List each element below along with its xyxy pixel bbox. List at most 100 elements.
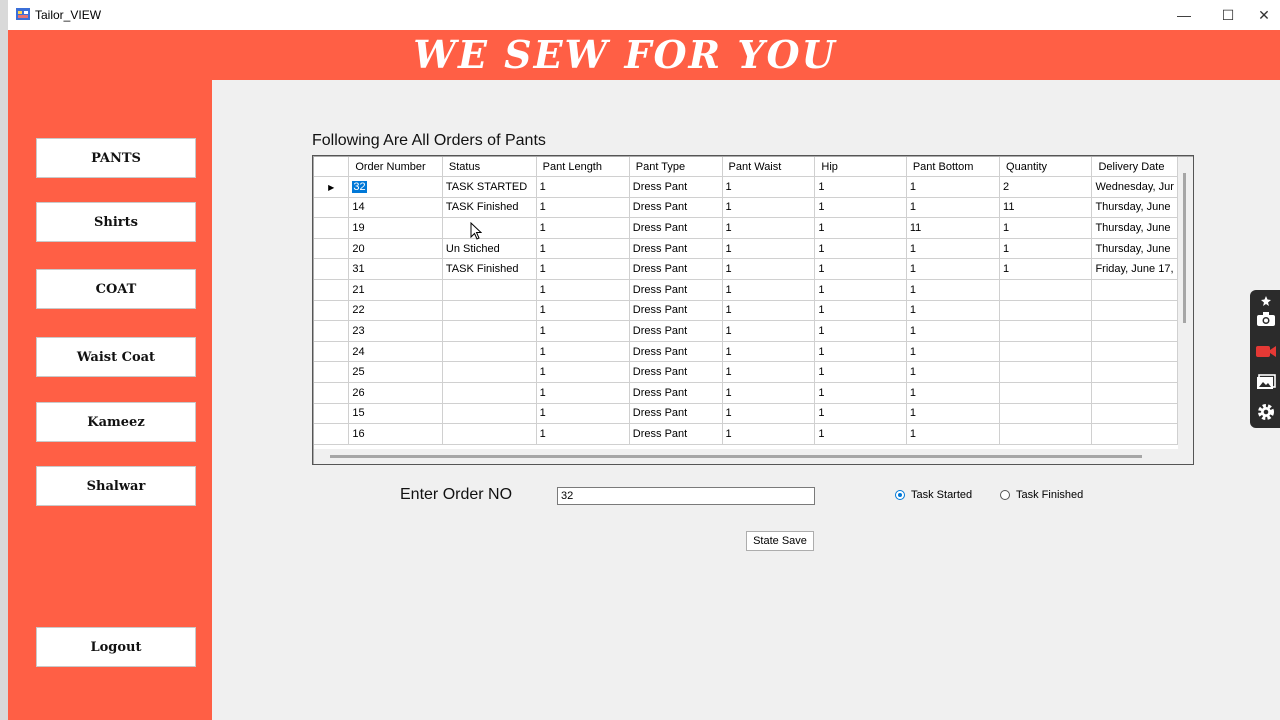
row-header[interactable] <box>314 238 350 260</box>
table-cell[interactable] <box>442 361 537 383</box>
row-header[interactable] <box>314 217 350 239</box>
task-started-radio[interactable]: Task Started <box>895 489 972 501</box>
table-cell[interactable]: 1 <box>536 320 630 342</box>
table-row[interactable]: 22 1 Dress Pant 1 1 1 <box>314 300 1178 322</box>
table-cell[interactable]: 1 <box>814 217 907 239</box>
table-cell[interactable]: 1 <box>722 176 816 198</box>
table-cell[interactable]: 1 <box>722 279 816 301</box>
state-save-button[interactable]: State Save <box>746 531 814 551</box>
horizontal-scrollbar[interactable] <box>314 449 1178 464</box>
table-row[interactable]: 16 1 Dress Pant 1 1 1 <box>314 423 1178 445</box>
table-cell[interactable]: 1 <box>722 341 816 363</box>
table-cell[interactable]: 1 <box>536 238 630 260</box>
table-cell[interactable]: 1 <box>814 423 907 445</box>
table-row[interactable]: 25 1 Dress Pant 1 1 1 <box>314 361 1178 383</box>
column-header[interactable]: Order Number <box>348 157 443 177</box>
table-cell[interactable]: Dress Pant <box>629 423 723 445</box>
vertical-scroll-thumb[interactable] <box>1183 173 1186 323</box>
table-cell[interactable] <box>442 279 537 301</box>
table-cell[interactable] <box>442 423 537 445</box>
table-cell[interactable]: 32 <box>348 176 443 198</box>
table-cell[interactable]: Dress Pant <box>629 361 723 383</box>
table-cell[interactable]: 1 <box>722 423 816 445</box>
table-cell[interactable]: 1 <box>722 382 816 404</box>
table-cell[interactable]: 1 <box>722 258 816 280</box>
table-cell[interactable] <box>1091 382 1178 404</box>
pants-button[interactable]: PANTS <box>36 138 196 178</box>
column-header[interactable]: Status <box>442 157 537 177</box>
table-cell[interactable] <box>442 403 537 425</box>
table-cell[interactable]: 1 <box>814 258 907 280</box>
table-cell[interactable]: 19 <box>348 217 443 239</box>
table-cell[interactable]: 1 <box>722 403 816 425</box>
table-cell[interactable]: 1 <box>536 403 630 425</box>
coat-button[interactable]: COAT <box>36 269 196 309</box>
table-cell[interactable]: 1 <box>906 361 1001 383</box>
table-cell[interactable]: 1 <box>906 382 1001 404</box>
row-header[interactable] <box>314 300 350 322</box>
video-icon[interactable] <box>1255 342 1277 360</box>
table-cell[interactable]: 1 <box>814 197 907 219</box>
table-cell[interactable]: 1 <box>906 341 1001 363</box>
table-cell[interactable] <box>1091 300 1178 322</box>
order-number-input[interactable] <box>557 487 815 505</box>
table-cell[interactable]: 1 <box>906 197 1001 219</box>
column-header[interactable]: Quantity <box>999 157 1093 177</box>
table-cell[interactable]: 1 <box>536 382 630 404</box>
waist-coat-button[interactable]: Waist Coat <box>36 337 196 377</box>
table-cell[interactable] <box>1091 279 1178 301</box>
table-cell[interactable] <box>1091 341 1178 363</box>
gallery-icon[interactable] <box>1255 373 1277 391</box>
pin-icon[interactable] <box>1255 292 1277 310</box>
table-cell[interactable]: 1 <box>814 320 907 342</box>
row-header[interactable] <box>314 279 350 301</box>
table-cell[interactable]: 1 <box>536 176 630 198</box>
table-cell[interactable]: 1 <box>722 238 816 260</box>
table-cell[interactable]: 1 <box>906 258 1001 280</box>
table-cell[interactable]: Dress Pant <box>629 258 723 280</box>
table-cell[interactable]: 1 <box>999 238 1093 260</box>
table-cell[interactable] <box>442 341 537 363</box>
table-cell[interactable] <box>999 320 1093 342</box>
table-cell[interactable]: 2 <box>999 176 1093 198</box>
row-header[interactable]: ▶ <box>314 176 350 198</box>
table-cell[interactable]: 11 <box>999 197 1093 219</box>
table-cell[interactable]: 1 <box>814 341 907 363</box>
table-cell[interactable]: 1 <box>906 279 1001 301</box>
table-row[interactable]: 31 TASK Finished 1 Dress Pant 1 1 1 1 Friday, Ju… <box>314 258 1178 280</box>
table-cell[interactable]: 1 <box>814 361 907 383</box>
table-cell[interactable]: Dress Pant <box>629 382 723 404</box>
table-cell[interactable] <box>1091 361 1178 383</box>
horizontal-scroll-thumb[interactable] <box>330 455 1142 458</box>
minimize-button[interactable]: — <box>1162 0 1206 30</box>
table-cell[interactable]: Dress Pant <box>629 217 723 239</box>
table-cell[interactable]: TASK STARTED <box>442 176 537 198</box>
column-header[interactable]: Pant Bottom <box>906 157 1001 177</box>
table-row[interactable]: 24 1 Dress Pant 1 1 1 <box>314 341 1178 363</box>
table-cell[interactable]: 14 <box>348 197 443 219</box>
table-cell[interactable]: 1 <box>814 238 907 260</box>
table-row[interactable]: 21 1 Dress Pant 1 1 1 <box>314 279 1178 301</box>
table-cell[interactable]: Dress Pant <box>629 176 723 198</box>
table-cell[interactable]: 1 <box>814 382 907 404</box>
table-cell[interactable]: 26 <box>348 382 443 404</box>
table-cell[interactable] <box>999 382 1093 404</box>
maximize-button[interactable]: ☐ <box>1206 0 1250 30</box>
table-row[interactable]: 19 1 Dress Pant 1 1 11 1 Thursday, June <box>314 217 1178 239</box>
table-cell[interactable]: TASK Finished <box>442 197 537 219</box>
table-cell[interactable]: Wednesday, Jur <box>1091 176 1178 198</box>
table-cell[interactable]: 1 <box>536 300 630 322</box>
task-finished-radio[interactable]: Task Finished <box>1000 489 1083 501</box>
table-cell[interactable]: Dress Pant <box>629 197 723 219</box>
table-row[interactable]: 26 1 Dress Pant 1 1 1 <box>314 382 1178 404</box>
table-cell[interactable]: 1 <box>536 279 630 301</box>
close-button[interactable]: ✕ <box>1248 0 1280 30</box>
row-header[interactable] <box>314 382 350 404</box>
table-cell[interactable]: 1 <box>814 176 907 198</box>
table-cell[interactable]: 21 <box>348 279 443 301</box>
table-cell[interactable] <box>999 341 1093 363</box>
table-cell[interactable]: Dress Pant <box>629 279 723 301</box>
row-header[interactable] <box>314 258 350 280</box>
table-cell[interactable] <box>1091 403 1178 425</box>
table-cell[interactable] <box>1091 423 1178 445</box>
